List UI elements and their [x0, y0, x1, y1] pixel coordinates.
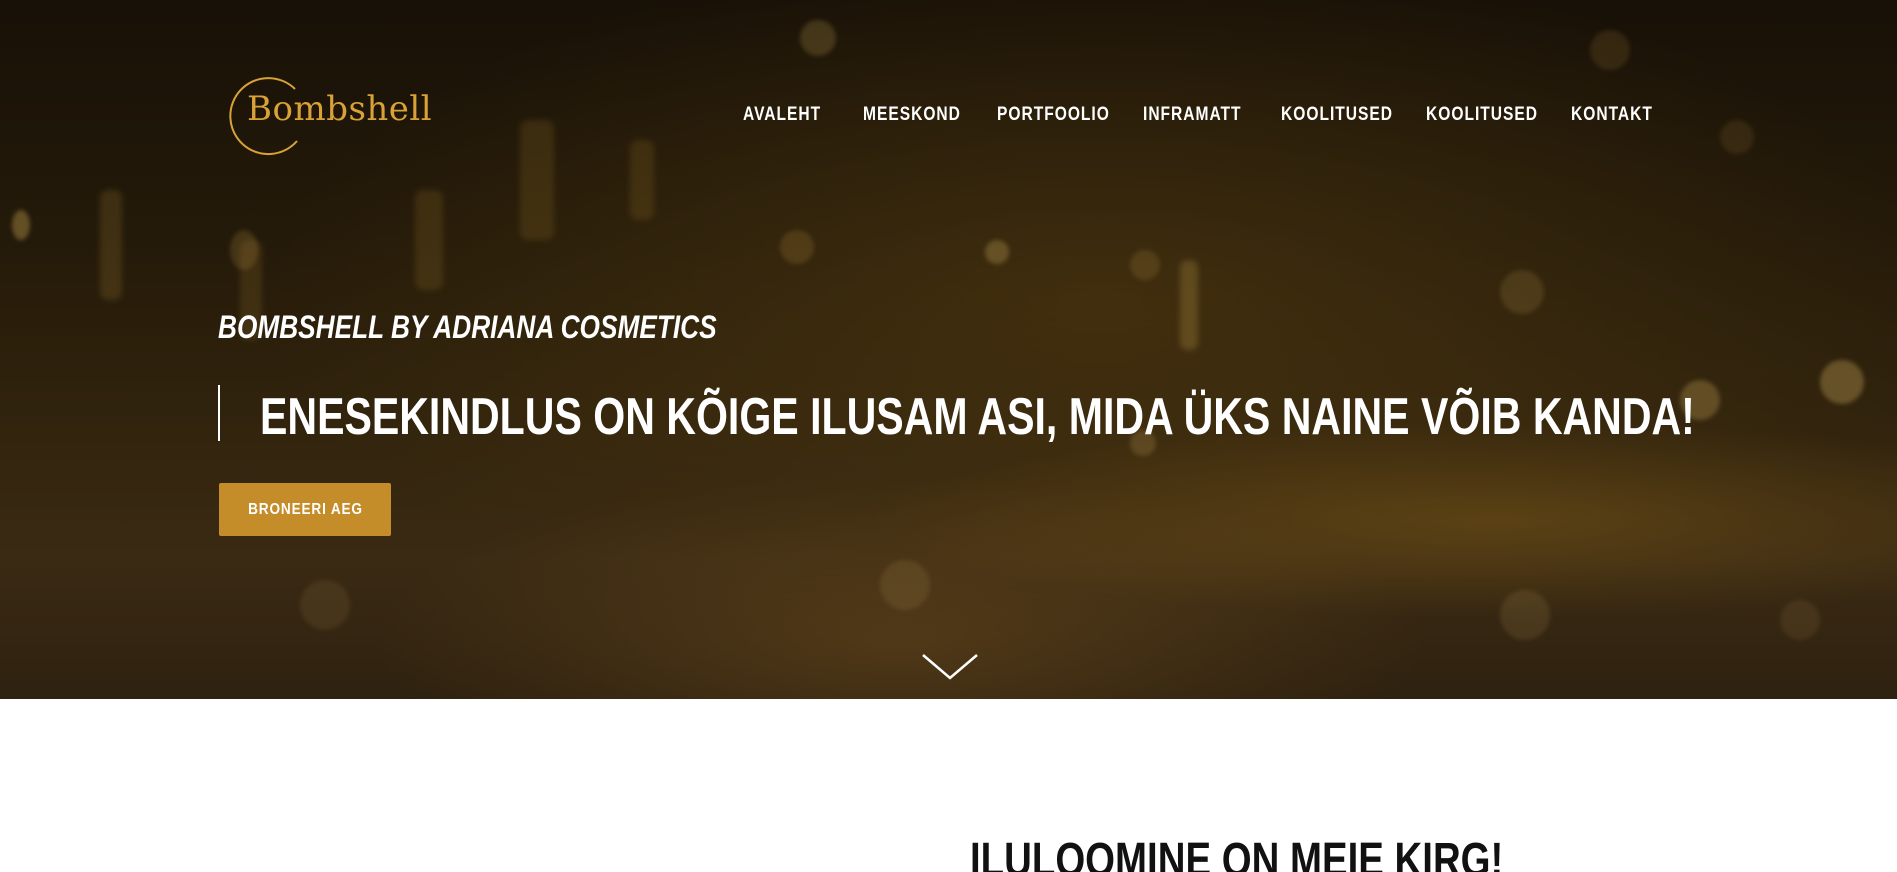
nav-link-koolitused-1[interactable]: KOOLITUSED	[1281, 104, 1400, 126]
nav-item-inframatt[interactable]: INFRAMATT	[1143, 104, 1281, 128]
logo[interactable]: Bombshell	[223, 75, 433, 157]
nav-link-avaleht[interactable]: AVALEHT	[743, 104, 841, 126]
nav-link-inframatt[interactable]: INFRAMATT	[1143, 104, 1256, 126]
nav-link-portfoolio[interactable]: PORTFOOLIO	[997, 104, 1117, 126]
scroll-down-button[interactable]	[920, 650, 980, 684]
headline-divider	[218, 385, 220, 441]
hero-headline: ENESEKINDLUS ON KÕIGE ILUSAM ASI, MIDA Ü…	[260, 388, 1695, 446]
book-appointment-button[interactable]: BRONEERI AEG	[219, 483, 391, 536]
nav-link-koolitused-2[interactable]: KOOLITUSED	[1426, 104, 1545, 126]
nav-item-avaleht[interactable]: AVALEHT	[743, 104, 863, 128]
chevron-down-icon	[922, 654, 978, 680]
hero-subtitle: BOMBSHELL BY ADRIANA COSMETICS	[218, 309, 717, 345]
hero-banner: Bombshell AVALEHT MEESKOND PORTFOOLIO IN…	[0, 0, 1897, 699]
logo-text: Bombshell	[247, 89, 433, 129]
book-appointment-label: BRONEERI AEG	[247, 500, 363, 518]
nav-item-koolitused-1[interactable]: KOOLITUSED	[1281, 104, 1426, 128]
section-title: ILULOOMINE ON MEIE KIRG!	[970, 834, 1504, 872]
nav-item-koolitused-2[interactable]: KOOLITUSED	[1426, 104, 1571, 128]
main-nav: AVALEHT MEESKOND PORTFOOLIO INFRAMATT KO…	[743, 104, 1671, 128]
nav-link-meeskond[interactable]: MEESKOND	[863, 104, 973, 126]
nav-item-kontakt[interactable]: KONTAKT	[1571, 104, 1671, 128]
nav-link-kontakt[interactable]: KONTAKT	[1571, 104, 1653, 126]
nav-item-meeskond[interactable]: MEESKOND	[863, 104, 997, 128]
nav-item-portfoolio[interactable]: PORTFOOLIO	[997, 104, 1143, 128]
